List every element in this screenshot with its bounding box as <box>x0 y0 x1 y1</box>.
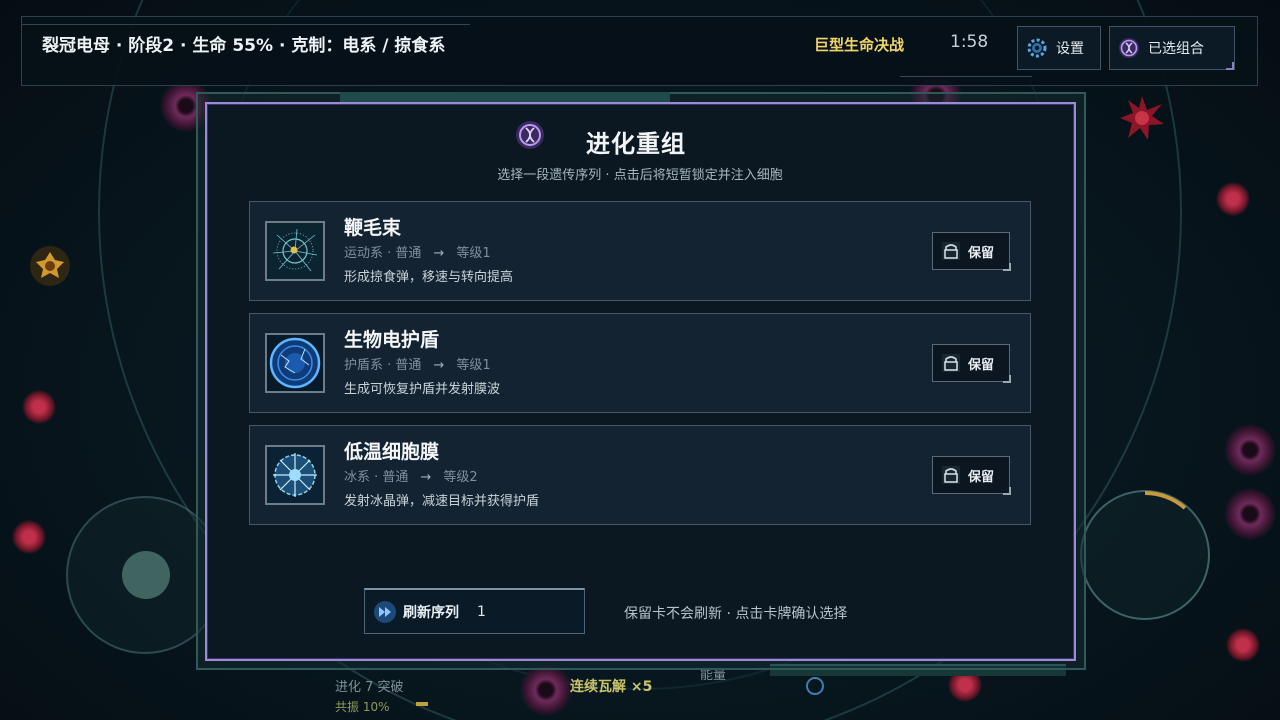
keep-button[interactable]: 保留 <box>932 232 1011 271</box>
button-corner-accent <box>1003 487 1011 495</box>
card-level: 等级1 <box>456 246 491 261</box>
card-name: 鞭毛束 <box>344 217 402 239</box>
card-type: 护盾系 · 普通 <box>344 358 422 373</box>
keep-button[interactable]: 保留 <box>932 456 1011 495</box>
joystick-knob[interactable] <box>122 551 170 599</box>
virus-particle <box>1226 628 1260 662</box>
button-corner-accent <box>1003 375 1011 383</box>
card-thumbnail <box>265 221 325 281</box>
card-meta: 冰系 · 普通 → 等级2 <box>344 466 478 485</box>
keep-button[interactable]: 保留 <box>932 344 1011 383</box>
virus-particle <box>12 520 46 554</box>
card-name: 生物电护盾 <box>344 329 440 351</box>
keep-label: 保留 <box>968 245 995 261</box>
settings-label: 设置 <box>1056 41 1084 57</box>
modal-title: 进化重组 <box>586 130 686 158</box>
modal-subtitle: 选择一段遗传序列 · 点击后将短暂锁定并注入细胞 <box>497 168 783 183</box>
gear-icon <box>1027 38 1047 58</box>
card-name: 低温细胞膜 <box>344 441 440 463</box>
player-ally-cell <box>30 246 70 286</box>
card-description: 发射冰晶弹，减速目标并获得护盾 <box>344 494 540 509</box>
card-thumbnail <box>265 333 325 393</box>
boss-info-divider <box>22 24 470 25</box>
lock-icon <box>942 354 960 372</box>
chain-combo-counter: 连续瓦解 ×5 <box>570 679 653 695</box>
lock-icon <box>942 466 960 484</box>
spore-cell <box>520 664 572 716</box>
card-level: 等级1 <box>456 358 491 373</box>
arrow-right-icon: → <box>420 470 432 485</box>
refresh-sequence-button[interactable]: 刷新序列 1 <box>364 588 585 634</box>
arrow-right-icon: → <box>433 246 445 261</box>
resonance-bar <box>416 702 428 706</box>
dna-recombine-icon <box>516 121 544 149</box>
spore-cell <box>1224 488 1276 540</box>
battle-name: 巨型生命决战 <box>814 36 905 54</box>
fast-forward-icon <box>374 600 396 623</box>
energy-orb-icon <box>806 677 824 695</box>
modal-top-strip <box>340 92 670 102</box>
battle-timer: 1:58 <box>950 32 989 52</box>
footer-hint: 保留卡不会刷新 · 点击卡牌确认选择 <box>624 606 848 622</box>
skill-cooldown-arc <box>1144 491 1187 510</box>
arrow-right-icon: → <box>433 358 445 373</box>
flagella-icon <box>267 223 323 279</box>
card-level: 等级2 <box>443 470 478 485</box>
card-description: 生成可恢复护盾并发射膜波 <box>344 382 501 397</box>
card-type: 运动系 · 普通 <box>344 246 422 261</box>
button-corner-accent <box>1003 263 1011 271</box>
selected-combo-label: 已选组合 <box>1148 41 1204 57</box>
gene-card-cryo-membrane[interactable]: 低温细胞膜 冰系 · 普通 → 等级2 发射冰晶弹，减速目标并获得护盾 保留 <box>249 425 1031 525</box>
bioelectric-shield-icon <box>267 335 323 391</box>
card-type: 冰系 · 普通 <box>344 470 409 485</box>
keep-label: 保留 <box>968 357 995 373</box>
keep-label: 保留 <box>968 469 995 485</box>
lock-icon <box>942 242 960 260</box>
virus-particle <box>22 390 56 424</box>
spore-cell <box>1224 424 1276 476</box>
timer-divider <box>900 76 1032 77</box>
card-meta: 运动系 · 普通 → 等级1 <box>344 242 491 261</box>
dna-combo-icon <box>1119 38 1139 58</box>
boss-status-text: 裂冠电母 · 阶段2 · 生命 55% · 克制：电系 / 掠食系 <box>42 36 446 56</box>
evolution-counter: 进化 7 突破 <box>335 680 404 695</box>
gene-card-flagella[interactable]: 鞭毛束 运动系 · 普通 → 等级1 形成掠食弹，移速与转向提高 保留 <box>249 201 1031 301</box>
hostile-starburst-cell <box>1120 96 1164 140</box>
virus-particle <box>1216 182 1250 216</box>
cryo-membrane-icon <box>267 447 323 503</box>
resonance-counter: 共振 10% <box>335 700 390 714</box>
button-corner-accent <box>1226 62 1234 70</box>
card-meta: 护盾系 · 普通 → 等级1 <box>344 354 491 373</box>
card-description: 形成掠食弹，移速与转向提高 <box>344 270 514 285</box>
refresh-count: 1 <box>477 603 486 620</box>
gene-card-bioelectric-shield[interactable]: 生物电护盾 护盾系 · 普通 → 等级1 生成可恢复护盾并发射膜波 保留 <box>249 313 1031 413</box>
selected-combo-button[interactable]: 已选组合 <box>1109 26 1235 70</box>
settings-button[interactable]: 设置 <box>1017 26 1101 70</box>
refresh-label: 刷新序列 <box>403 604 459 621</box>
card-thumbnail <box>265 445 325 505</box>
